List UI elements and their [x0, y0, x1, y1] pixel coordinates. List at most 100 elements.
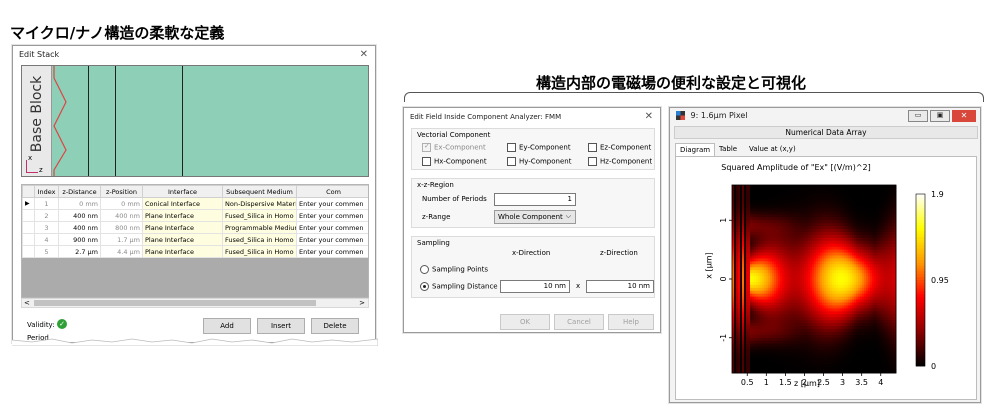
vectorial-label: Vectorial Component	[417, 131, 491, 139]
z-sampling-input[interactable]: 10 nm	[586, 280, 654, 293]
row-index: 5	[34, 245, 59, 258]
close-icon[interactable]: ✕	[360, 49, 368, 60]
row-medium[interactable]: Non-Dispersive Materi	[222, 197, 297, 210]
vectorial-component-group: Vectorial Component ✓ Ex-Component Ey-Com…	[411, 128, 655, 170]
tab-table[interactable]: Table	[715, 143, 741, 156]
hz-component-checkbox[interactable]: Hz-Component	[588, 157, 652, 166]
heatmap-chart[interactable]: 0.5 1 1.5 2 2.5 3 3.5 410-11.90.950	[676, 157, 976, 399]
torn-edge	[12, 338, 378, 346]
edit-stack-window: Edit Stack ✕ Base Block x z Index z-Dist…	[12, 45, 378, 346]
horizontal-scrollbar[interactable]: < >	[21, 298, 369, 308]
row-medium[interactable]: Fused_Silica in Homo	[222, 209, 297, 222]
hy-label: Hy-Component	[519, 157, 572, 166]
close-icon[interactable]: ✕	[952, 110, 976, 122]
row-z-distance[interactable]: 400 nm	[58, 221, 101, 234]
x-sampling-input[interactable]: 10 nm	[500, 280, 570, 293]
row-medium[interactable]: Fused_Silica in Homo	[222, 245, 297, 258]
row-selector	[22, 245, 35, 258]
column-header[interactable]: Com	[296, 185, 368, 198]
row-selector	[22, 233, 35, 246]
radio-icon	[420, 265, 429, 274]
column-header[interactable]: z-Position	[100, 185, 143, 198]
axis-x-label: x	[28, 154, 33, 162]
axis-z-label: z	[39, 166, 43, 174]
table-row[interactable]: 5 2.7 µm 4.4 µm Plane Interface Fused_Si…	[22, 245, 368, 258]
right-heading: 構造内部の電磁場の便利な設定と可視化	[536, 74, 807, 92]
sampling-distance-label: Sampling Distance	[432, 282, 498, 291]
xz-region-group: x-z-Region Number of Periods 1 z-Range W…	[411, 178, 655, 228]
z-direction-label: z-Direction	[600, 249, 638, 257]
close-icon[interactable]: ✕	[645, 111, 653, 122]
row-z-distance[interactable]: 900 nm	[58, 233, 101, 246]
tab-value-at[interactable]: Value at (x,y)	[745, 143, 800, 156]
row-z-distance[interactable]: 2.7 µm	[58, 245, 101, 258]
checkbox-icon	[588, 143, 597, 152]
table-row[interactable]: 3 400 nm 800 nm Plane Interface Programm…	[22, 221, 368, 234]
row-comment[interactable]: Enter your commen	[296, 197, 368, 210]
scroll-left-icon[interactable]: <	[24, 299, 30, 307]
minimize-icon[interactable]: ▭	[908, 110, 928, 122]
row-interface[interactable]: Plane Interface	[142, 233, 223, 246]
ex-component-checkbox[interactable]: ✓ Ex-Component	[422, 142, 486, 152]
sampling-label: Sampling	[417, 239, 450, 247]
row-z-distance[interactable]: 400 nm	[58, 209, 101, 222]
hx-component-checkbox[interactable]: Hx-Component	[422, 157, 487, 166]
table-row[interactable]: ▶ 1 0 mm 0 mm Conical Interface Non-Disp…	[22, 197, 368, 210]
column-header[interactable]: z-Distance	[58, 185, 101, 198]
checkbox-icon	[507, 157, 516, 166]
add-button[interactable]: Add	[203, 318, 251, 334]
insert-button[interactable]: Insert	[257, 318, 305, 334]
row-medium[interactable]: Programmable Medium	[222, 221, 297, 234]
x-direction-label: x-Direction	[512, 249, 551, 257]
column-header[interactable]: Subsequent Medium	[222, 185, 297, 198]
row-z-distance[interactable]: 0 mm	[58, 197, 101, 210]
ey-label: Ey-Component	[519, 143, 571, 152]
ez-component-checkbox[interactable]: Ez-Component	[588, 143, 651, 152]
periods-input[interactable]: 1	[494, 193, 576, 206]
field-dialog-title: Edit Field Inside Component Analyzer: FM…	[410, 113, 562, 121]
cancel-button[interactable]: Cancel	[554, 314, 604, 330]
interface-line-2	[88, 66, 89, 176]
field-analyzer-dialog: Edit Field Inside Component Analyzer: FM…	[403, 107, 661, 333]
row-selector	[22, 209, 35, 222]
stack-preview[interactable]: Base Block x z	[21, 65, 369, 177]
sampling-points-radio[interactable]: Sampling Points	[420, 265, 488, 274]
delete-button[interactable]: Delete	[311, 318, 359, 334]
ex-label: Ex-Component	[434, 143, 486, 152]
row-interface[interactable]: Plane Interface	[142, 245, 223, 258]
sampling-distance-radio[interactable]: Sampling Distance	[420, 282, 498, 291]
table-row[interactable]: 4 900 nm 1.7 µm Plane Interface Fused_Si…	[22, 233, 368, 246]
row-comment[interactable]: Enter your commen	[296, 221, 368, 234]
axis-x-line	[26, 160, 27, 172]
row-comment[interactable]: Enter your commen	[296, 209, 368, 222]
scroll-right-icon[interactable]: >	[359, 299, 365, 307]
table-row[interactable]: 2 400 nm 400 nm Plane Interface Fused_Si…	[22, 209, 368, 222]
row-comment[interactable]: Enter your commen	[296, 245, 368, 258]
ok-button[interactable]: OK	[500, 314, 550, 330]
row-interface[interactable]: Plane Interface	[142, 221, 223, 234]
app-icon	[676, 111, 685, 120]
column-header[interactable]: Index	[34, 185, 59, 198]
maximize-icon[interactable]: ▣	[930, 110, 950, 122]
ey-component-checkbox[interactable]: Ey-Component	[507, 143, 571, 152]
row-z-position: 400 nm	[100, 209, 143, 222]
row-comment[interactable]: Enter your commen	[296, 233, 368, 246]
periods-label: Number of Periods	[422, 195, 487, 203]
row-selector-arrow: ▶	[22, 197, 35, 210]
help-button[interactable]: Help	[608, 314, 654, 330]
hy-component-checkbox[interactable]: Hy-Component	[507, 157, 571, 166]
checkbox-icon	[507, 143, 516, 152]
radio-selected-icon	[420, 282, 429, 291]
interface-line-4	[182, 66, 183, 176]
interface-line-3	[115, 66, 116, 176]
row-interface[interactable]: Conical Interface	[142, 197, 223, 210]
scrollbar-thumb[interactable]	[34, 300, 316, 306]
tab-diagram[interactable]: Diagram	[675, 143, 716, 156]
stack-table[interactable]: Index z-Distance z-Position Interface Su…	[21, 184, 369, 298]
row-medium[interactable]: Fused_Silica in Homo	[222, 233, 297, 246]
column-header[interactable]: Interface	[142, 185, 223, 198]
diagram-panel[interactable]: Squared Amplitude of "Ex" [(V/m)^2] 0.5 1…	[675, 156, 977, 400]
row-interface[interactable]: Plane Interface	[142, 209, 223, 222]
row-z-position: 800 nm	[100, 221, 143, 234]
zrange-select[interactable]: Whole Component ⌵	[494, 210, 576, 224]
